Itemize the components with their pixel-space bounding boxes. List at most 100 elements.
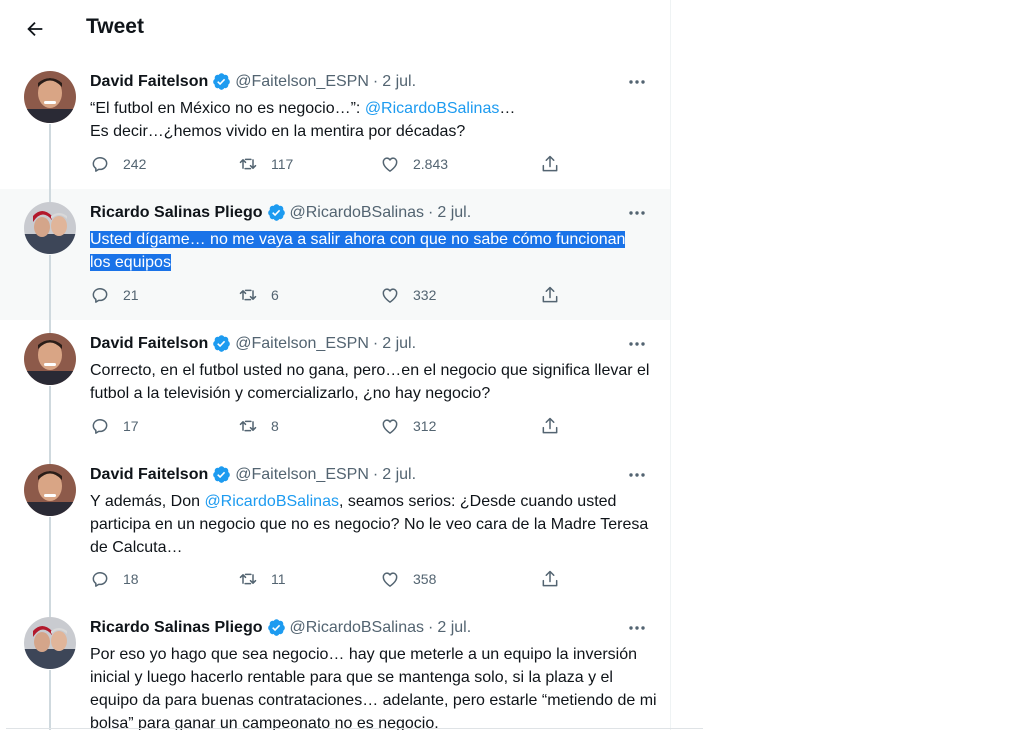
more-dots-icon <box>629 80 645 84</box>
mention-link[interactable]: @RicardoBSalinas <box>365 100 500 117</box>
avatar[interactable] <box>24 333 76 385</box>
retweet-icon <box>239 573 257 585</box>
retweet-icon <box>239 420 257 432</box>
tweet-date[interactable]: 2 jul. <box>437 204 471 222</box>
reply-button[interactable]: 21 <box>90 285 139 305</box>
tweet-text-part: Es decir…¿hemos vivido en la mentira por… <box>90 123 466 140</box>
like-count: 2.843 <box>413 156 449 172</box>
reply-icon <box>92 572 108 587</box>
share-icon <box>542 155 558 172</box>
reply-button[interactable]: 18 <box>90 569 139 589</box>
selected-text: los equipos <box>90 254 171 271</box>
separator-dot: · <box>428 203 434 221</box>
heart-icon <box>382 419 398 434</box>
tweet-date[interactable]: 2 jul. <box>437 619 471 637</box>
tweet-date[interactable]: 2 jul. <box>382 73 416 91</box>
author-handle[interactable]: @Faitelson_ESPN <box>235 73 369 91</box>
avatar[interactable] <box>24 71 76 123</box>
tweet-date[interactable]: 2 jul. <box>382 335 416 353</box>
reply-icon <box>92 157 108 172</box>
tweet-meta: David Faitelson @Faitelson_ESPN · 2 jul. <box>90 72 416 91</box>
tweet-actions: 242 117 2.843 <box>90 154 570 176</box>
back-button[interactable] <box>20 14 50 44</box>
retweet-count: 117 <box>271 156 294 172</box>
tweet-text-part: “El futbol en México no es negocio…”: <box>90 100 365 117</box>
like-button[interactable]: 332 <box>380 285 436 305</box>
tweet-item[interactable]: David Faitelson @Faitelson_ESPN · 2 jul.… <box>0 320 670 451</box>
mention-link[interactable]: @RicardoBSalinas <box>204 493 339 510</box>
retweet-button[interactable]: 11 <box>238 569 286 589</box>
tweet-text: Por eso yo hago que sea negocio… hay que… <box>90 646 657 730</box>
more-dots-icon <box>629 626 645 630</box>
share-button[interactable] <box>540 154 560 174</box>
author-name[interactable]: David Faitelson <box>90 466 208 484</box>
tweet-actions: 18 11 358 <box>90 569 570 591</box>
separator-dot: · <box>372 465 379 483</box>
share-icon <box>542 417 558 434</box>
thread-connector <box>49 386 51 451</box>
author-name[interactable]: Ricardo Salinas Pliego <box>90 204 263 222</box>
avatar[interactable] <box>24 617 76 669</box>
author-handle[interactable]: @RicardoBSalinas <box>290 619 425 637</box>
thread-connector <box>49 451 51 464</box>
reply-button[interactable]: 17 <box>90 416 139 436</box>
share-button[interactable] <box>540 285 560 305</box>
more-options-button[interactable] <box>626 334 648 354</box>
like-button[interactable]: 2.843 <box>380 154 448 174</box>
avatar[interactable] <box>24 464 76 516</box>
reply-icon <box>92 419 108 434</box>
retweet-button[interactable]: 117 <box>238 154 293 174</box>
tweet-item[interactable]: David Faitelson @Faitelson_ESPN · 2 jul.… <box>0 58 670 189</box>
verified-badge-icon <box>267 619 285 636</box>
tweet-text-part: Y además, Don <box>90 493 205 510</box>
heart-icon <box>382 572 398 587</box>
thread-connector <box>49 517 51 604</box>
retweet-count: 8 <box>271 418 279 434</box>
retweet-button[interactable]: 8 <box>238 416 279 436</box>
retweet-icon <box>239 158 257 170</box>
author-handle[interactable]: @Faitelson_ESPN <box>235 335 369 353</box>
separator-dot: · <box>372 334 379 352</box>
more-options-button[interactable] <box>626 465 648 485</box>
share-button[interactable] <box>540 416 560 436</box>
thread-connector <box>49 320 51 333</box>
more-options-button[interactable] <box>626 203 648 223</box>
more-dots-icon <box>629 211 645 215</box>
tweet-meta: Ricardo Salinas Pliego @RicardoBSalinas … <box>90 618 471 637</box>
tweet-text: Usted dígame… no me vaya a salir ahora c… <box>90 228 660 274</box>
tweet-item[interactable]: David Faitelson @Faitelson_ESPN · 2 jul.… <box>0 451 670 604</box>
share-button[interactable] <box>540 569 560 589</box>
thread-connector <box>49 670 51 730</box>
more-dots-icon <box>629 473 645 477</box>
author-handle[interactable]: @RicardoBSalinas <box>290 204 425 222</box>
separator-dot: · <box>428 618 434 636</box>
verified-badge-icon <box>213 73 231 90</box>
tweet-item[interactable]: Ricardo Salinas Pliego @RicardoBSalinas … <box>0 604 670 730</box>
thread-connector <box>49 124 51 189</box>
reply-button[interactable]: 242 <box>90 154 146 174</box>
like-button[interactable]: 312 <box>380 416 436 436</box>
author-name[interactable]: David Faitelson <box>90 73 208 91</box>
author-handle[interactable]: @Faitelson_ESPN <box>235 466 369 484</box>
retweet-button[interactable]: 6 <box>238 285 279 305</box>
tweet-item[interactable]: Ricardo Salinas Pliego @RicardoBSalinas … <box>0 189 670 320</box>
reply-icon <box>92 288 108 303</box>
author-name[interactable]: Ricardo Salinas Pliego <box>90 619 263 637</box>
reply-count: 242 <box>123 156 147 172</box>
tweet-thread-column: Tweet David Faitelson @Faitelson_ESPN · … <box>0 0 671 730</box>
page-title: Tweet <box>86 15 144 38</box>
like-button[interactable]: 358 <box>380 569 436 589</box>
more-options-button[interactable] <box>626 72 648 92</box>
separator-dot: · <box>372 72 379 90</box>
thread-connector <box>49 189 51 202</box>
more-options-button[interactable] <box>626 618 648 638</box>
tweet-meta: David Faitelson @Faitelson_ESPN · 2 jul. <box>90 465 416 484</box>
tweet-date[interactable]: 2 jul. <box>382 466 416 484</box>
like-count: 312 <box>413 418 437 434</box>
retweet-icon <box>239 289 257 301</box>
avatar[interactable] <box>24 202 76 254</box>
author-name[interactable]: David Faitelson <box>90 335 208 353</box>
like-count: 358 <box>413 571 437 587</box>
tweet-text-part: … <box>499 100 516 117</box>
tweet-text: Y además, Don @RicardoBSalinas, seamos s… <box>90 490 660 559</box>
